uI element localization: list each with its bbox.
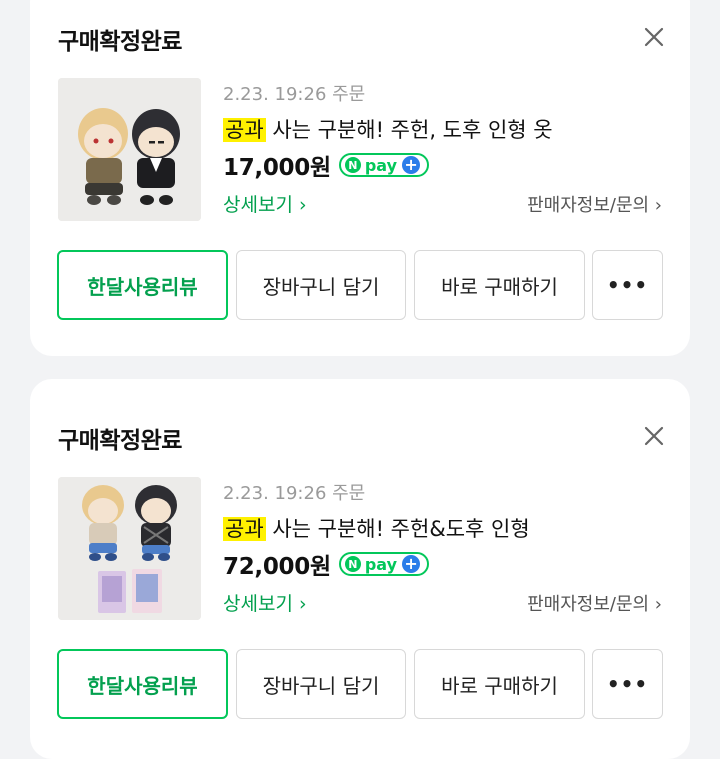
- seller-info-link[interactable]: 판매자정보/문의 ›: [527, 191, 662, 217]
- product-title[interactable]: 공과 사는 구분해! 주헌, 도후 인형 옷: [223, 114, 553, 144]
- price-row: 17,000원 N pay +: [223, 150, 430, 181]
- npay-label: pay: [364, 155, 398, 175]
- more-options-button[interactable]: •••: [592, 649, 663, 719]
- buy-now-button[interactable]: 바로 구매하기: [414, 250, 585, 320]
- close-icon[interactable]: [642, 424, 666, 448]
- plus-icon: +: [402, 156, 421, 174]
- title-text: 사는 구분해! 주헌, 도후 인형 옷: [265, 118, 553, 142]
- product-thumbnail[interactable]: [58, 78, 201, 221]
- title-highlight: 공과: [223, 517, 266, 541]
- order-date: 2.23. 19:26 주문: [223, 483, 366, 504]
- order-date: 2.23. 19:26 주문: [223, 84, 366, 105]
- npay-n-icon: N: [344, 556, 361, 572]
- detail-link[interactable]: 상세보기 ›: [223, 190, 307, 217]
- product-price: 72,000원: [223, 554, 331, 580]
- review-button[interactable]: 한달사용리뷰: [57, 649, 228, 719]
- plus-icon: +: [402, 555, 421, 573]
- npay-badge[interactable]: N pay +: [338, 153, 430, 177]
- more-options-button[interactable]: •••: [592, 250, 663, 320]
- add-to-cart-button[interactable]: 장바구니 담기: [236, 649, 406, 719]
- npay-badge[interactable]: N pay +: [338, 552, 430, 576]
- npay-n-icon: N: [344, 157, 361, 173]
- order-card: 구매확정완료 2.23. 19:26 주문 공과 사는 구분해! 주헌&도후 인…: [30, 379, 690, 759]
- plush-dolls-image: [58, 78, 201, 221]
- npay-label: pay: [364, 554, 398, 574]
- order-status: 구매확정완료: [58, 428, 182, 454]
- order-card: 구매확정완료 2.23. 19:26 주문 공과 사는 구분해! 주헌, 도후 …: [30, 0, 690, 356]
- order-status: 구매확정완료: [58, 29, 182, 55]
- review-button[interactable]: 한달사용리뷰: [57, 250, 228, 320]
- close-icon[interactable]: [642, 25, 666, 49]
- title-highlight: 공과: [223, 118, 266, 142]
- title-text: 사는 구분해! 주헌&도후 인형: [265, 517, 530, 541]
- product-price: 17,000원: [223, 155, 331, 181]
- detail-link[interactable]: 상세보기 ›: [223, 589, 307, 616]
- product-thumbnail[interactable]: [58, 477, 201, 620]
- plush-dolls-image: [58, 477, 201, 620]
- seller-info-link[interactable]: 판매자정보/문의 ›: [527, 590, 662, 616]
- product-title[interactable]: 공과 사는 구분해! 주헌&도후 인형: [223, 513, 530, 543]
- price-row: 72,000원 N pay +: [223, 549, 430, 580]
- buy-now-button[interactable]: 바로 구매하기: [414, 649, 585, 719]
- add-to-cart-button[interactable]: 장바구니 담기: [236, 250, 406, 320]
